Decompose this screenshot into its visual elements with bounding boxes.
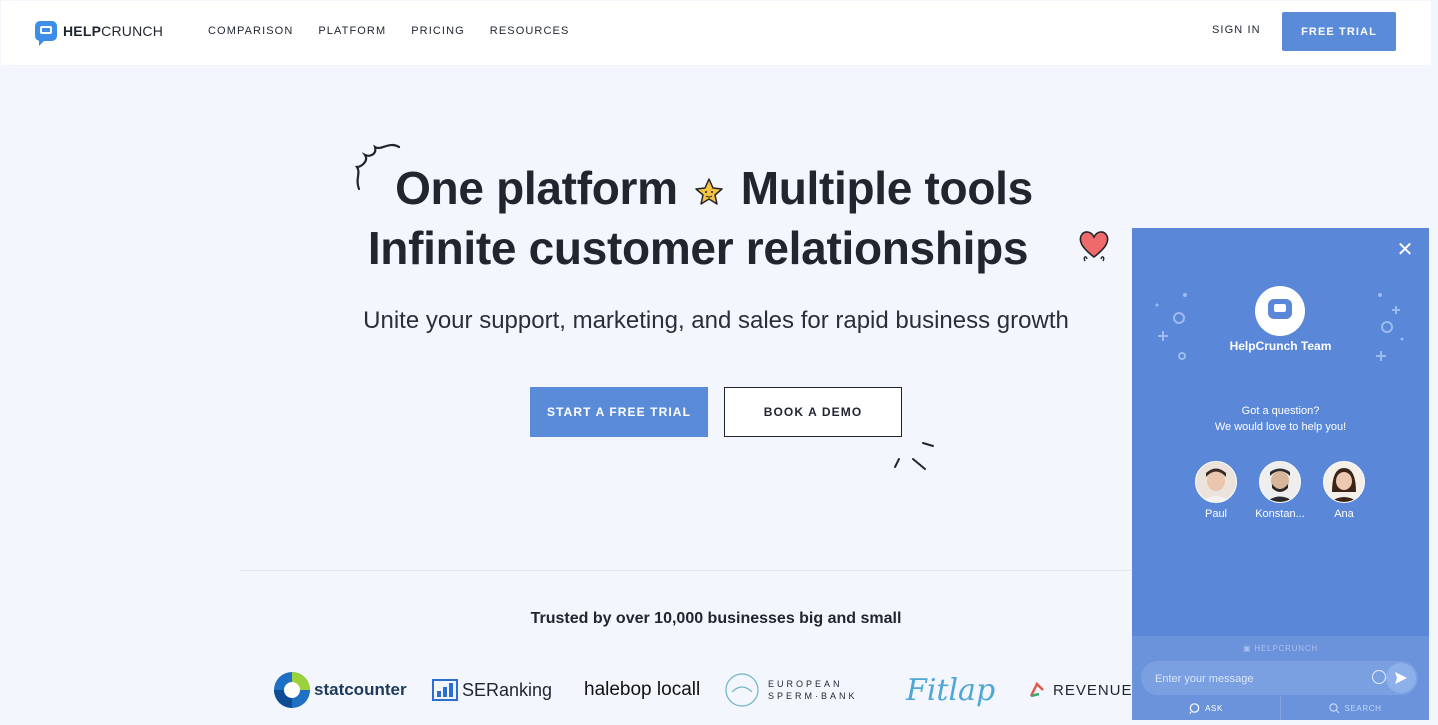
decor-dots-left-icon: [1155, 293, 1187, 360]
brand-fitlap-name: Fitlap: [906, 672, 996, 708]
nav-comparison[interactable]: COMPARISON: [208, 25, 293, 37]
send-icon: [1395, 672, 1407, 684]
chat-greeting: Got a question? We would love to help yo…: [1132, 403, 1429, 435]
chat-bubble-logo-icon: [35, 21, 57, 46]
page: HELPCRUNCH COMPARISON PLATFORM PRICING R…: [1, 1, 1431, 720]
avatar: [1323, 461, 1365, 503]
revenuecat-logo-icon: [1029, 681, 1044, 698]
free-trial-button[interactable]: FREE TRIAL: [1282, 12, 1396, 51]
tab-search[interactable]: SEARCH: [1280, 696, 1429, 720]
brand-sperm-bank-name: EUROPEAN SPERM·BANK: [768, 679, 858, 701]
send-button[interactable]: [1386, 663, 1416, 693]
search-icon: [1328, 702, 1339, 713]
agent-photo: [1260, 462, 1300, 502]
brand-revenuecat: REVENUEC: [1027, 668, 1133, 712]
chat-tabs: ASK SEARCH: [1132, 696, 1429, 720]
powered-by: ▣ HELPCRUNCH: [1243, 644, 1318, 653]
message-input[interactable]: [1153, 661, 1357, 697]
agent-name: Konstan...: [1255, 508, 1305, 520]
agent-name: Ana: [1334, 508, 1354, 520]
tab-ask[interactable]: ASK: [1132, 696, 1280, 720]
section-divider: [239, 570, 1139, 571]
site-header: HELPCRUNCH COMPARISON PLATFORM PRICING R…: [1, 1, 1431, 65]
team-avatar: [1255, 286, 1305, 336]
book-demo-button[interactable]: BOOK A DEMO: [724, 387, 902, 437]
agent-paul: Paul: [1186, 461, 1246, 520]
agent-photo: [1196, 462, 1236, 502]
helpcrunch-logo[interactable]: HELPCRUNCH: [35, 21, 164, 46]
brand-statcounter: statcounter: [273, 668, 407, 712]
brand-seranking: SERanking: [432, 668, 552, 712]
chat-widget: ✕ HelpCrunch Team Got a question? We wou…: [1132, 228, 1429, 720]
brand-fitlap: Fitlap: [906, 668, 995, 712]
nav-platform[interactable]: PLATFORM: [318, 25, 386, 37]
sketch-dashes-icon: [894, 442, 934, 470]
avatar: [1195, 461, 1237, 503]
hero-heading-line1: One platform Multiple tools: [395, 162, 1033, 214]
brand-halebop-name: halebop locall: [584, 679, 701, 700]
brand-revenuecat-name: REVENUEC: [1053, 681, 1133, 699]
team-name: HelpCrunch Team: [1229, 339, 1332, 353]
logo-text: HELPCRUNCH: [63, 23, 164, 39]
sperm-bank-logo-icon: [725, 673, 759, 707]
sign-in-link[interactable]: SIGN IN: [1212, 24, 1261, 36]
avatar: [1259, 461, 1301, 503]
tab-search-label: SEARCH: [1344, 703, 1382, 713]
heart-icon: [1079, 231, 1109, 262]
seranking-logo-icon: [432, 679, 458, 701]
message-field: [1141, 661, 1418, 697]
start-free-trial-button[interactable]: START A FREE TRIAL: [530, 387, 708, 437]
chat-bubble-icon: [1268, 299, 1292, 319]
ask-icon: [1189, 702, 1200, 714]
main-nav: COMPARISON PLATFORM PRICING RESOURCES: [208, 25, 569, 37]
nav-pricing[interactable]: PRICING: [411, 25, 465, 37]
chat-footer: ▣ HELPCRUNCH ASK SEARCH: [1132, 636, 1429, 720]
agent-photo: [1324, 462, 1364, 502]
greeting-line2: We would love to help you!: [1214, 421, 1347, 433]
agent-ana: Ana: [1314, 461, 1374, 520]
agent-name: Paul: [1204, 508, 1228, 520]
brand-seranking-name: SERanking: [462, 679, 553, 700]
decor-dots-right-icon: [1376, 293, 1404, 361]
emoji-icon[interactable]: [1372, 670, 1386, 684]
brand-logos-row: statcounter SERanking halebop locall EUR…: [273, 668, 1133, 712]
nav-resources[interactable]: RESOURCES: [490, 25, 570, 37]
star-icon: [695, 178, 723, 205]
tab-ask-label: ASK: [1205, 703, 1223, 713]
agent-konstantin: Konstan...: [1250, 461, 1310, 520]
brand-halebop: halebop locall: [584, 668, 700, 712]
brand-european-sperm-bank: EUROPEAN SPERM·BANK: [724, 668, 868, 712]
statcounter-logo-icon: [274, 672, 310, 708]
close-icon[interactable]: ✕: [1395, 240, 1415, 260]
brand-statcounter-name: statcounter: [314, 680, 407, 699]
greeting-line1: Got a question?: [1241, 405, 1320, 417]
